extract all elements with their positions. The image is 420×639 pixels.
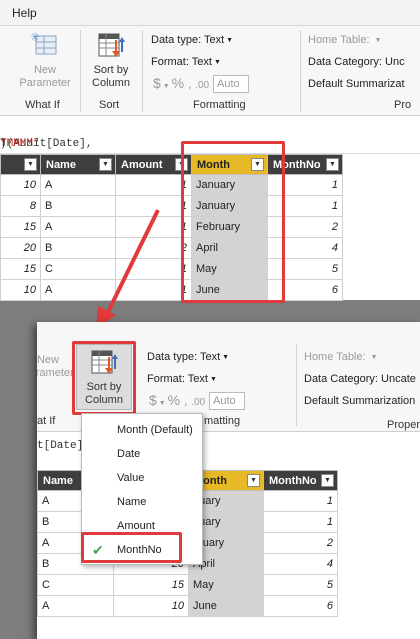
default-summarization-dropdown[interactable]: Default Summarization [304,395,415,407]
filter-dropdown-icon[interactable]: ▼ [321,474,334,487]
table-cell[interactable]: 5 [263,574,338,596]
format-label: Format: Text [147,373,208,385]
menu-item-date[interactable]: Date [82,442,202,466]
home-table-label: Home Table: [304,351,366,363]
arrow-line [104,209,160,317]
highlight-sort-button [72,341,136,415]
format-dropdown[interactable]: Format: Text ▼ [147,373,217,385]
table-cell[interactable]: C [37,574,114,596]
format-tools: $ ▼ % , .00 Auto [149,392,245,411]
highlight-monthno-item [81,532,182,563]
menu-item-value[interactable]: Value [82,466,202,490]
table-cell[interactable]: 10 [113,595,189,617]
decimal-places-input[interactable]: Auto [209,392,245,411]
home-table-dropdown[interactable]: Home Table: ▼ [304,351,378,363]
separator [296,344,297,426]
menu-item-month-default[interactable]: Month (Default) [82,418,202,442]
data-type-label: Data type: Text [147,351,221,363]
chevron-down-icon: ▼ [222,354,230,361]
bottom-screenshot: New Parameter at If Sort by Column Data … [37,322,420,639]
table-cell[interactable]: 15 [113,574,189,596]
comma-icon[interactable]: , [184,394,187,408]
decimal-icon[interactable]: .00 [191,397,205,408]
table-row: C 15 May 5 [37,574,338,596]
column-header-monthno[interactable]: MonthNo ▼ [263,470,338,491]
formula-text: t[Date] [37,440,84,452]
table-cell[interactable]: 1 [263,511,338,533]
table-cell[interactable]: 6 [263,595,338,617]
data-category-dropdown[interactable]: Data Category: Uncate [304,373,416,385]
table-cell[interactable]: A [37,595,114,617]
group-what-if-label: at If [37,415,56,427]
data-type-dropdown[interactable]: Data type: Text ▼ [147,351,229,363]
table-cell[interactable]: May [188,574,264,596]
group-properties-label: Proper [387,419,420,431]
filter-dropdown-icon[interactable]: ▼ [247,474,260,487]
percent-icon[interactable]: % [168,392,180,408]
table-cell[interactable]: 1 [263,490,338,512]
menu-item-name[interactable]: Name [82,490,202,514]
chevron-down-icon: ▼ [209,376,217,383]
table-cell[interactable]: June [188,595,264,617]
group-formatting-label: matting [204,415,241,427]
chevron-down-icon: ▼ [370,354,378,361]
table-cell[interactable]: 2 [263,532,338,554]
currency-icon[interactable]: $ [149,392,157,408]
table-cell[interactable]: 4 [263,553,338,575]
table-row: A 10 June 6 [37,595,338,617]
